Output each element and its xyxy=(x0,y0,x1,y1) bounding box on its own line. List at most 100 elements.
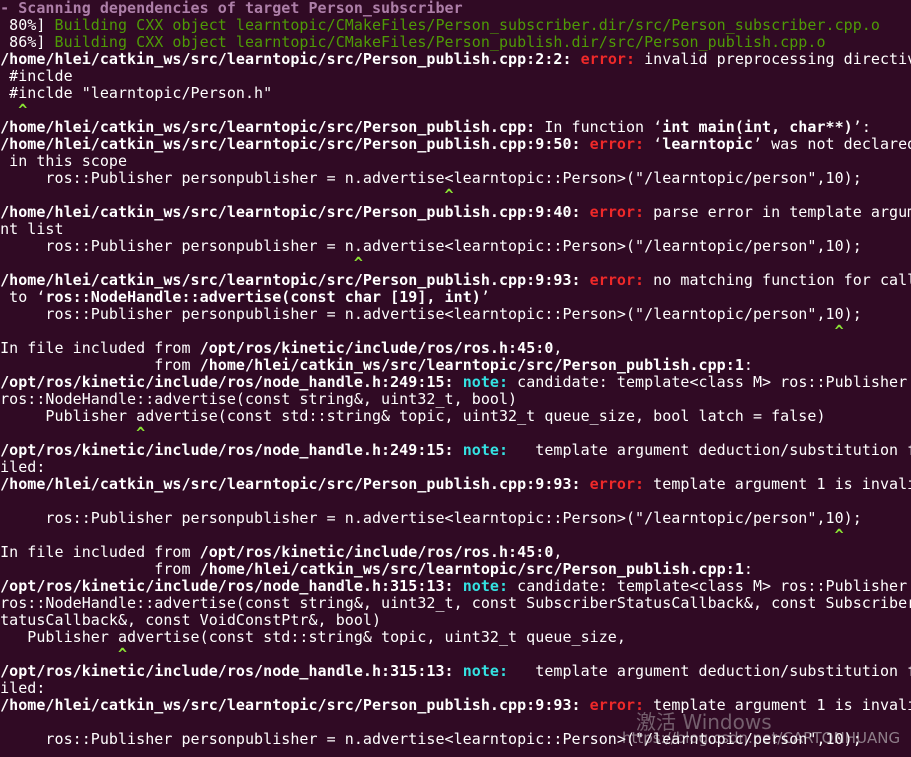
terminal-line: ent list xyxy=(0,221,64,238)
terminal-text-segment: from xyxy=(0,560,200,578)
terminal-text-segment: In file included from xyxy=(0,543,200,561)
terminal-line: ros::Publisher personpublisher = n.adver… xyxy=(0,170,862,187)
terminal-text-segment: /home/hlei/catkin_ws/src/learntopic/src/… xyxy=(0,203,590,221)
terminal-line: from /home/hlei/catkin_ws/src/learntopic… xyxy=(0,561,753,578)
terminal-text-segment: ^ xyxy=(0,424,146,442)
terminal-line: from /home/hlei/catkin_ws/src/learntopic… xyxy=(0,357,753,374)
terminal-text-segment: ’ xyxy=(480,288,490,306)
terminal-text-segment: error: xyxy=(580,50,645,68)
terminal-text-segment: from xyxy=(0,356,200,374)
terminal-text-segment: learntopic xyxy=(662,135,753,153)
terminal-text-segment: ‘ xyxy=(653,135,663,153)
terminal-text-segment: /opt/ros/kinetic/include/ros/node_handle… xyxy=(0,441,463,459)
terminal-line: StatusCallback&, const VoidConstPtr&, bo… xyxy=(0,612,381,629)
terminal-text-segment: /home/hlei/catkin_ws/src/learntopic/src/… xyxy=(0,475,590,493)
terminal-line: /home/hlei/catkin_ws/src/learntopic/src/… xyxy=(0,697,911,714)
terminal-line: ailed: xyxy=(0,680,45,697)
terminal-text-segment: error: xyxy=(589,203,654,221)
terminal-text-segment: no matching function for call xyxy=(653,271,911,289)
terminal-line: ^ xyxy=(0,323,844,340)
terminal-text-segment: /home/hlei/catkin_ws/src/learntopic/src/… xyxy=(199,356,744,374)
terminal-line: -- Scanning dependencies of target Perso… xyxy=(0,0,463,17)
terminal-line: Publisher advertise(const std::string& t… xyxy=(0,629,626,646)
terminal-text-segment: ailed: xyxy=(0,458,46,476)
terminal-line: ailed: xyxy=(0,459,45,476)
terminal-line: #inclde "learntopic/Person.h" xyxy=(0,85,272,102)
terminal-line: ros::Publisher personpublisher = n.adver… xyxy=(0,238,862,255)
terminal-text-segment: ^ xyxy=(0,322,844,340)
terminal-text-segment: /opt/ros/kinetic/include/ros/node_handle… xyxy=(0,662,463,680)
terminal-text-segment: ^ xyxy=(0,645,128,663)
terminal-text-segment: ^ xyxy=(0,526,844,544)
terminal-text-segment: template argument deduction/substitution… xyxy=(517,441,911,459)
terminal-text-segment: ^ xyxy=(0,254,363,272)
terminal-text-segment: , xyxy=(553,543,563,561)
terminal-line: ros::NodeHandle::advertise(const string&… xyxy=(0,595,911,612)
terminal-text-segment: StatusCallback&, const VoidConstPtr&, bo… xyxy=(0,611,382,629)
terminal-text-segment: Publisher advertise(const std::string& t… xyxy=(0,628,626,646)
terminal-text-segment: [ 86%] xyxy=(0,33,46,51)
terminal-text-segment: error: xyxy=(589,696,654,714)
terminal-text-segment: template argument 1 is invali xyxy=(653,696,911,714)
terminal-text-segment: note: xyxy=(462,441,518,459)
terminal-line: /home/hlei/catkin_ws/src/learntopic/src/… xyxy=(0,476,911,493)
terminal-text-segment: ’ was not declared xyxy=(752,135,911,153)
terminal-text-segment: ailed: xyxy=(0,679,46,697)
terminal-text-segment: In file included from xyxy=(0,339,200,357)
terminal-text-segment: : xyxy=(743,560,753,578)
terminal-text-segment: ros::NodeHandle::advertise(const string&… xyxy=(0,390,518,408)
terminal-line: /opt/ros/kinetic/include/ros/node_handle… xyxy=(0,663,911,680)
terminal-text-segment: [ 80%] xyxy=(0,16,46,34)
terminal-text-segment: ^ xyxy=(18,101,28,119)
terminal-text-segment: ^ xyxy=(0,186,454,204)
terminal-text-segment: ’: xyxy=(852,118,871,136)
terminal-text-segment: /opt/ros/kinetic/include/ros/ros.h:45:0 xyxy=(199,543,554,561)
terminal-line: ^ xyxy=(0,255,363,272)
terminal-text-segment: ros::Publisher personpublisher = n.adver… xyxy=(0,730,862,748)
terminal-text-segment: parse error in template argum xyxy=(653,203,911,221)
terminal-text-segment: /opt/ros/kinetic/include/ros/node_handle… xyxy=(0,577,463,595)
terminal-text-segment: error: xyxy=(589,475,654,493)
terminal-text-segment: invalid preprocessing directiv xyxy=(644,50,911,68)
terminal-text-segment: Building CXX object learntopic/CMakeFile… xyxy=(54,33,826,51)
terminal-text-segment: to ‘ xyxy=(9,288,46,306)
terminal-text-segment: Publisher advertise(const std::string& t… xyxy=(0,407,826,425)
terminal-line: /opt/ros/kinetic/include/ros/node_handle… xyxy=(0,578,907,595)
terminal-text-segment: note: xyxy=(462,373,518,391)
terminal-output[interactable]: -- Scanning dependencies of target Perso… xyxy=(0,0,911,757)
terminal-text-segment: ros::NodeHandle::advertise(const string&… xyxy=(0,594,911,612)
terminal-text-segment: e #inclde xyxy=(0,67,73,85)
terminal-line: ^ xyxy=(0,646,127,663)
terminal-line: /opt/ros/kinetic/include/ros/node_handle… xyxy=(0,374,907,391)
terminal-line: /home/hlei/catkin_ws/src/learntopic/src/… xyxy=(0,272,911,289)
terminal-text-segment: ros::Publisher personpublisher = n.adver… xyxy=(0,305,862,323)
terminal-line: ros::Publisher personpublisher = n.adver… xyxy=(0,731,862,748)
terminal-text-segment: note: xyxy=(462,662,518,680)
terminal-line: ^ xyxy=(0,425,145,442)
terminal-text-segment: /opt/ros/kinetic/include/ros/node_handle… xyxy=(0,373,463,391)
terminal-line: /home/hlei/catkin_ws/src/learntopic/src/… xyxy=(0,204,911,221)
terminal-text-segment: /home/hlei/catkin_ws/src/learntopic/src/… xyxy=(0,135,590,153)
terminal-text-segment: ros::Publisher personpublisher = n.adver… xyxy=(0,169,862,187)
terminal-text-segment: : xyxy=(743,356,753,374)
terminal-line: ros::Publisher personpublisher = n.adver… xyxy=(0,306,862,323)
terminal-text-segment: candidate: template<class M> ros::Publis… xyxy=(517,577,908,595)
terminal-text-segment: In function ‘ xyxy=(535,118,663,136)
terminal-line: /home/hlei/catkin_ws/src/learntopic/src/… xyxy=(0,136,911,153)
terminal-text-segment: ros::Publisher personpublisher = n.adver… xyxy=(0,509,862,527)
terminal-text-segment: note: xyxy=(462,577,518,595)
terminal-text-segment: /home/hlei/catkin_ws/src/learntopic/src/… xyxy=(0,696,590,714)
terminal-text-segment: int main(int, char**) xyxy=(662,118,853,136)
terminal-text-segment: /home/hlei/catkin_ws/src/learntopic/src/… xyxy=(0,271,590,289)
terminal-line: Publisher advertise(const std::string& t… xyxy=(0,408,826,425)
terminal-text-segment: ros::NodeHandle::advertise(const char [1… xyxy=(45,288,481,306)
terminal-text-segment: in this scope xyxy=(0,152,128,170)
terminal-line: In file included from /opt/ros/kinetic/i… xyxy=(0,340,562,357)
terminal-line: ^ xyxy=(0,187,454,204)
terminal-text-segment: ent list xyxy=(0,220,64,238)
terminal-text-segment: template argument 1 is invali xyxy=(653,475,911,493)
terminal-line: /home/hlei/catkin_ws/src/learntopic/src/… xyxy=(0,51,911,68)
terminal-text-segment: /home/hlei/catkin_ws/src/learntopic/src/… xyxy=(0,118,536,136)
terminal-text-segment: /opt/ros/kinetic/include/ros/ros.h:45:0 xyxy=(199,339,554,357)
terminal-text-segment: #inclde "learntopic/Person.h" xyxy=(0,84,273,102)
